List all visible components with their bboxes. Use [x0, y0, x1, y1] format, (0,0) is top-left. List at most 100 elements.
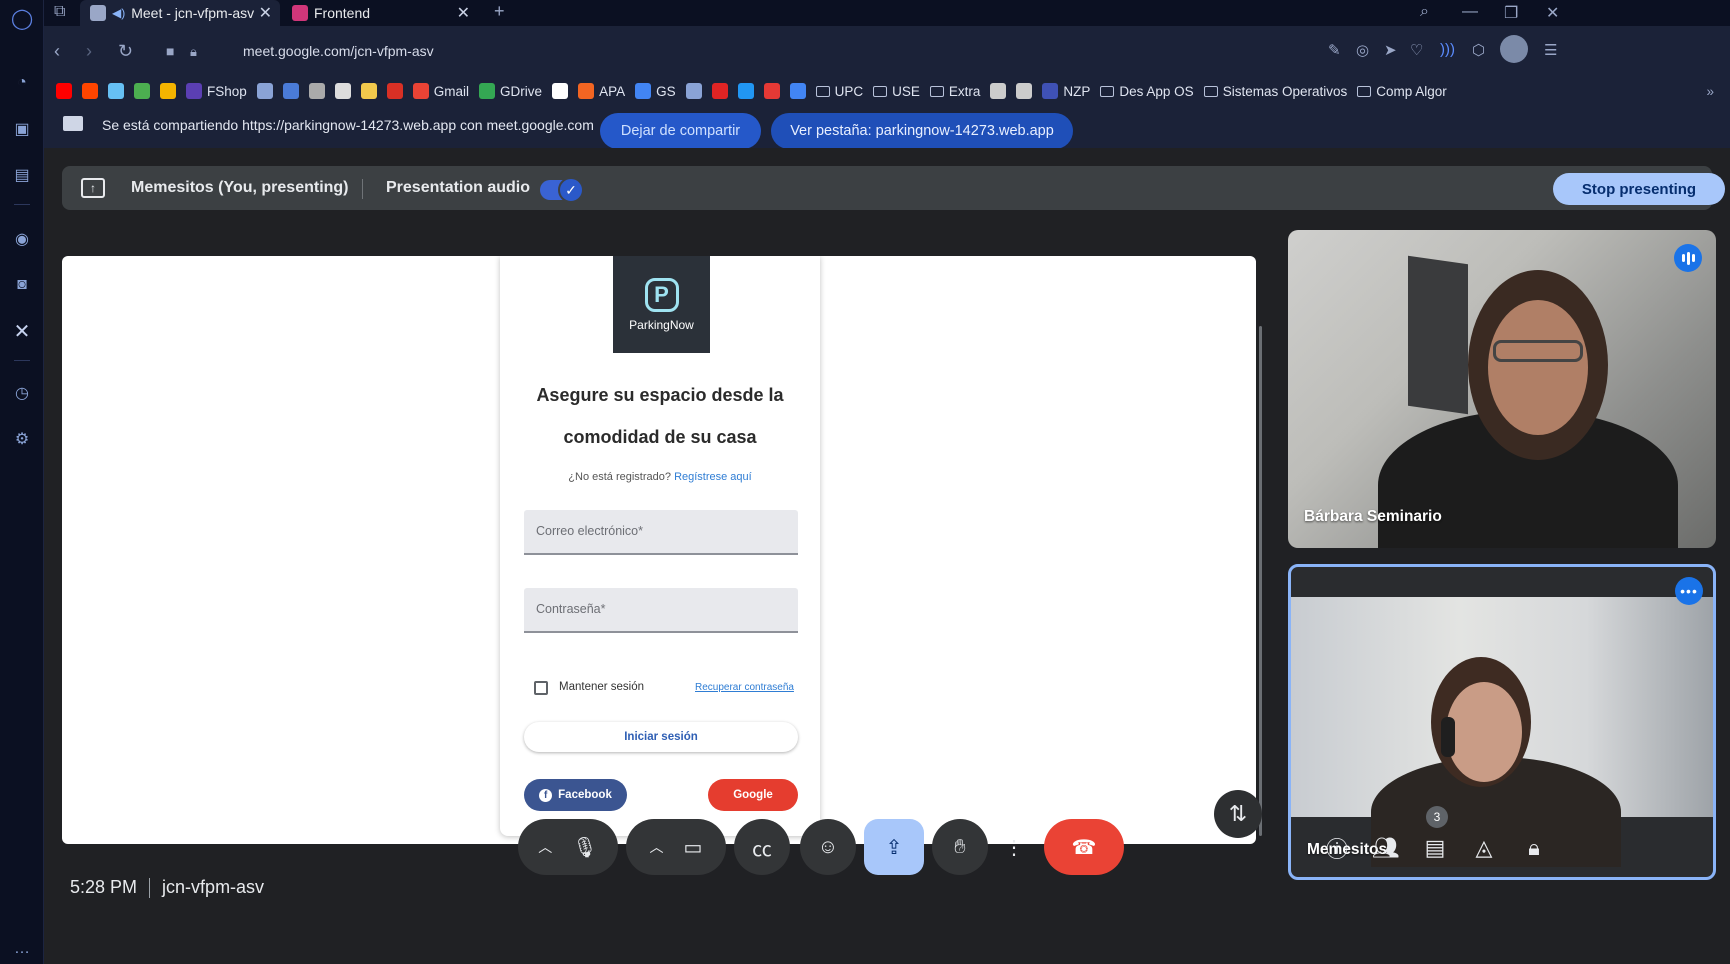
send-icon[interactable]: ➤ [1384, 41, 1397, 59]
messenger-icon[interactable]: ◉ [11, 228, 33, 250]
opera-logo-icon[interactable]: ◯ [11, 7, 33, 30]
close-window-icon[interactable]: ✕ [1546, 3, 1559, 23]
bookmark-diamond[interactable] [789, 83, 806, 99]
back-icon[interactable]: ‹ [54, 41, 60, 62]
bookmark-item[interactable] [308, 83, 325, 99]
bookmark-x[interactable] [737, 83, 754, 99]
close-tab-icon[interactable]: ✕ [259, 3, 272, 23]
bookmark-pen[interactable] [360, 83, 377, 99]
more-options-icon[interactable]: ••• [1675, 577, 1703, 605]
camera-in-use-icon[interactable]: ■ [166, 43, 174, 59]
bookmark-heart-icon[interactable]: ♡ [1410, 41, 1423, 59]
stop-presenting-button[interactable]: Stop presenting [1553, 173, 1725, 205]
reload-icon[interactable]: ↻ [118, 41, 133, 62]
bookmark-bookmark[interactable] [256, 83, 273, 99]
activities-icon[interactable]: ◬ [1469, 833, 1499, 863]
bookmark-amazon[interactable] [552, 83, 569, 99]
people-icon[interactable]: 👥︎ [1371, 833, 1401, 863]
minimize-icon[interactable]: — [1462, 3, 1478, 21]
bookmark-face[interactable] [990, 83, 1007, 99]
more-bookmarks-icon[interactable]: » [1706, 84, 1730, 99]
chat-icon[interactable]: ▤ [1420, 833, 1450, 863]
settings-icon[interactable]: ⚙ [11, 428, 33, 450]
new-tab-button[interactable]: + [494, 1, 505, 22]
speed-dial-icon[interactable]: ◔ [11, 72, 33, 94]
reactions-button[interactable]: ☺ [800, 819, 856, 875]
login-button[interactable]: Iniciar sesión [524, 722, 798, 752]
bookmark-extra[interactable]: Extra [929, 84, 980, 99]
search-tabs-icon[interactable]: ⌕ [1420, 3, 1429, 21]
bookmark-filter[interactable] [1016, 83, 1033, 99]
bookmark-arrow[interactable] [685, 83, 702, 99]
microphone-icon[interactable]: 🎙︎ [572, 835, 597, 860]
bookmark-bookmark[interactable] [282, 83, 299, 99]
scrollbar[interactable] [1258, 258, 1264, 840]
bookmark-reddit[interactable] [82, 83, 98, 99]
more-options-button[interactable]: ⋮ [996, 819, 1032, 875]
bookmark-comp-algor[interactable]: Comp Algor [1357, 84, 1447, 99]
url-field[interactable]: meet.google.com/jcn-vfpm-asv [243, 43, 434, 59]
edit-icon[interactable]: ✎ [1328, 41, 1341, 59]
aria-icon[interactable]: ▣ [11, 118, 33, 140]
more-icon[interactable]: … [11, 938, 33, 960]
recover-password-link[interactable]: Recuperar contraseña [695, 682, 794, 693]
bookmark-emoji[interactable] [160, 83, 176, 99]
bookmark-des-app-os[interactable]: Des App OS [1100, 84, 1194, 99]
view-tab-button[interactable]: Ver pestaña: parkingnow-14273.web.app [771, 113, 1073, 149]
facebook-button[interactable]: f Facebook [524, 779, 627, 811]
bookmark-gmail[interactable]: Gmail [412, 83, 469, 99]
bookmark-youtube[interactable] [56, 83, 72, 99]
present-button[interactable]: ⇪ [864, 819, 924, 875]
tab-frontend[interactable]: Frontend ✕ [282, 0, 478, 26]
tab-meet[interactable]: ◀) Meet - jcn-vfpm-asv ✕ [80, 0, 280, 26]
avatar[interactable] [1500, 35, 1528, 63]
email-field[interactable]: Correo electrónico* [524, 510, 798, 555]
password-field[interactable]: Contraseña* [524, 588, 798, 633]
close-tab-icon[interactable]: ✕ [457, 3, 470, 23]
bookmark-upc[interactable]: UPC [815, 84, 863, 99]
bookmark-v[interactable] [386, 83, 403, 99]
bookmark-sistemas-operativos[interactable]: Sistemas Operativos [1203, 84, 1347, 99]
workspaces-icon[interactable]: ⧉ [54, 3, 65, 21]
meeting-details-icon[interactable]: ⓘ [1322, 833, 1352, 863]
audio-settings-chevron-icon[interactable]: ︿ [538, 837, 552, 857]
audio-icon[interactable]: ))) [1440, 41, 1455, 58]
bookmark-roblox[interactable] [334, 83, 351, 99]
scrollbar-thumb[interactable] [1259, 326, 1262, 836]
forward-icon[interactable]: › [86, 41, 92, 62]
history-icon[interactable]: ◷ [11, 382, 33, 404]
stop-sharing-button[interactable]: Dejar de compartir [600, 113, 761, 149]
bookmark-chrome[interactable] [134, 83, 150, 99]
host-controls-icon[interactable]: 🔒︎ [1519, 833, 1549, 863]
keep-session-checkbox[interactable] [534, 681, 548, 695]
x-twitter-icon[interactable]: ✕ [11, 320, 33, 343]
bookmark-fshop[interactable]: FShop [186, 83, 247, 99]
leave-call-button[interactable]: ☎︎ [1044, 819, 1124, 875]
participant-tile-barbara[interactable]: Bárbara Seminario [1288, 230, 1716, 548]
twitch-icon[interactable]: ▤ [11, 164, 33, 186]
snapshot-icon[interactable]: ◎ [1356, 41, 1369, 59]
extensions-icon[interactable]: ⬡ [1472, 41, 1485, 59]
presentation-audio-toggle[interactable]: ✓ [540, 177, 584, 203]
bookmark-heart[interactable] [763, 83, 780, 99]
bookmark-apa[interactable]: APA [578, 83, 625, 99]
bookmark-sy[interactable] [711, 83, 728, 99]
bookmark-gs[interactable]: GS [635, 83, 676, 99]
bookmark-steam[interactable] [108, 83, 124, 99]
swap-layout-icon[interactable]: ⇅ [1214, 790, 1262, 838]
easy-setup-icon[interactable]: ☰ [1544, 41, 1557, 59]
bookmark-nzp[interactable]: NZP [1042, 83, 1090, 99]
captions-button[interactable]: ㏄ [734, 819, 790, 875]
video-settings-chevron-icon[interactable]: ︿ [650, 837, 664, 857]
register-link[interactable]: Regístrese aquí [674, 471, 752, 483]
raise-hand-button[interactable]: ✋︎ [932, 819, 988, 875]
instagram-icon[interactable]: ◙ [11, 274, 33, 296]
camera-icon[interactable]: ▭ [684, 835, 703, 860]
bookmark-gdrive[interactable]: GDrive [479, 83, 542, 99]
lock-icon[interactable]: 🔒︎ [190, 44, 197, 60]
participant-tile-memesitos[interactable]: ••• Memesitos [1288, 564, 1716, 880]
bookmark-use[interactable]: USE [873, 84, 920, 99]
audio-playing-icon[interactable]: ◀) [112, 6, 125, 20]
restore-icon[interactable]: ❐ [1504, 3, 1518, 23]
google-button[interactable]: Google [708, 779, 798, 811]
